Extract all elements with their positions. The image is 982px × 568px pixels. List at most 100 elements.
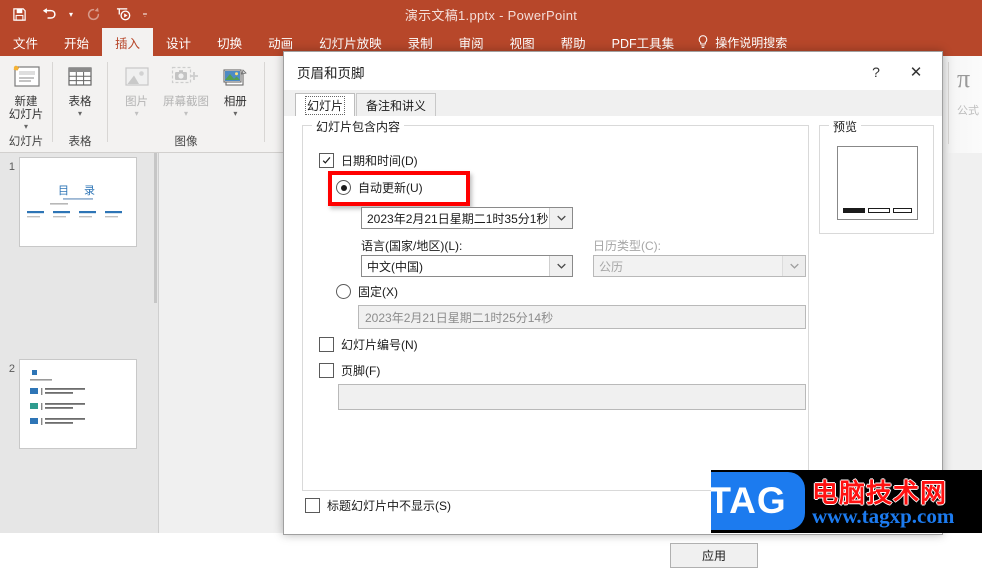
calendar-type-combobox[interactable]: 公历 xyxy=(593,255,806,277)
screenshot-button[interactable]: 屏幕截图 ▾ xyxy=(161,60,210,118)
dialog-tab-notes-handouts-label: 备注和讲义 xyxy=(366,99,427,113)
calendar-type-chevron-down-icon[interactable] xyxy=(782,256,805,276)
preview-slide xyxy=(837,146,918,220)
ribbon-group-table-label: 表格 xyxy=(68,136,92,148)
date-format-chevron-down-icon[interactable] xyxy=(549,208,572,228)
title-bar: ▾ ⩦ 演示文稿1.pptx - PowerPoint xyxy=(0,0,982,28)
preview-placeholder-bar-right xyxy=(893,208,912,213)
screenshot-icon xyxy=(169,60,203,94)
watermark-tag-logo: TAG xyxy=(711,472,805,530)
photo-album-icon xyxy=(219,60,251,94)
calendar-type-label: 日历类型(C): xyxy=(593,239,661,253)
slide-includes-label: 幻灯片包含内容 xyxy=(312,118,405,135)
dialog-tab-strip: 幻灯片 备注和讲义 xyxy=(284,90,942,117)
language-label: 语言(国家/地区)(L): xyxy=(361,239,463,253)
close-icon[interactable]: ✕ xyxy=(900,60,932,84)
screenshot-label: 屏幕截图 xyxy=(162,96,209,108)
date-format-combobox[interactable]: 2023年2月21日星期二1时35分1秒 xyxy=(361,207,573,229)
ribbon-group-table: 表格 ▾ 表格 xyxy=(53,56,107,152)
dont-show-on-title-row[interactable]: 标题幻灯片中不显示(S) xyxy=(305,497,451,514)
ribbon-group-slides: 新建 幻灯片 ▾ 幻灯片 xyxy=(0,56,52,152)
language-combobox[interactable]: 中文(中国) xyxy=(361,255,573,277)
date-time-checkbox[interactable] xyxy=(319,153,334,168)
customize-qat-icon[interactable]: ⩦ xyxy=(138,0,152,28)
picture-label: 图片 xyxy=(125,96,149,108)
ribbon-separator-3 xyxy=(264,62,265,142)
tab-insert[interactable]: 插入 xyxy=(102,28,154,56)
fixed-date-textbox[interactable]: 2023年2月21日星期二1时25分14秒 xyxy=(358,305,806,329)
svg-text:目: 目 xyxy=(58,185,69,197)
apply-button[interactable]: 应用 xyxy=(670,543,758,568)
tab-home[interactable]: 开始 xyxy=(51,28,102,56)
thumbnail-1[interactable]: 目 录 xyxy=(19,157,137,247)
new-slide-label-2: 幻灯片 xyxy=(8,109,44,121)
photo-album-button[interactable]: 相册 ▾ xyxy=(211,60,260,118)
auto-update-highlight-annotation xyxy=(328,171,470,206)
start-slideshow-icon[interactable] xyxy=(108,0,138,28)
new-slide-button[interactable]: 新建 幻灯片 ▾ xyxy=(0,60,52,131)
slide-number-checkbox[interactable] xyxy=(319,337,334,352)
equation-icon[interactable]: π xyxy=(957,64,970,94)
table-icon xyxy=(65,60,95,94)
footer-checkbox[interactable] xyxy=(319,363,334,378)
picture-icon xyxy=(122,60,152,94)
redo-icon[interactable] xyxy=(78,0,108,28)
slide-number-checkbox-row[interactable]: 幻灯片编号(N) xyxy=(319,336,418,353)
undo-icon[interactable] xyxy=(34,0,64,28)
preview-placeholder-bar-center xyxy=(868,208,890,213)
language-chevron-down-icon[interactable] xyxy=(549,256,572,276)
footer-textbox[interactable] xyxy=(338,384,806,410)
slide-thumbnail-pane[interactable]: 1 目 录 2 xyxy=(0,153,159,533)
slide-number-label: 幻灯片编号(N) xyxy=(341,338,418,352)
fixed-label: 固定(X) xyxy=(358,285,398,299)
preview-label: 预览 xyxy=(829,118,862,135)
date-time-label: 日期和时间(D) xyxy=(341,154,418,168)
date-time-checkbox-row[interactable]: 日期和时间(D) xyxy=(319,152,418,169)
table-label: 表格 xyxy=(68,96,92,108)
footer-label: 页脚(F) xyxy=(341,364,381,378)
dont-show-on-title-checkbox[interactable] xyxy=(305,498,320,513)
dialog-tab-slide-label: 幻灯片 xyxy=(305,96,346,115)
dialog-title-bar[interactable]: 页眉和页脚 ? ✕ xyxy=(284,52,942,90)
footer-checkbox-row[interactable]: 页脚(F) xyxy=(319,362,380,379)
ribbon-right-peek: π 公式 xyxy=(941,56,982,154)
thumbnail-row-2[interactable]: 2 xyxy=(0,254,158,449)
dialog-title: 页眉和页脚 xyxy=(297,66,365,81)
tab-file[interactable]: 文件 xyxy=(0,28,51,56)
thumbnail-scrollbar-thumb[interactable] xyxy=(154,153,157,303)
dialog-tab-notes-handouts[interactable]: 备注和讲义 xyxy=(356,93,437,117)
thumbnail-row-3[interactable]: 3 xyxy=(0,355,158,456)
photo-album-caret-icon[interactable]: ▾ xyxy=(233,110,237,118)
ribbon-group-images-label: 图像 xyxy=(174,136,198,148)
watermark-url: www.tagxp.com xyxy=(812,504,955,528)
header-footer-dialog: 页眉和页脚 ? ✕ 幻灯片 备注和讲义 幻灯片包含内容 日期和时间(D) 自动更… xyxy=(283,51,943,568)
thumbnail-row-1[interactable]: 1 目 录 xyxy=(0,153,158,254)
save-icon[interactable] xyxy=(4,0,34,28)
undo-dropdown-icon[interactable]: ▾ xyxy=(64,0,78,28)
dialog-tab-slide[interactable]: 幻灯片 xyxy=(295,93,356,117)
screenshot-caret-icon[interactable]: ▾ xyxy=(184,110,188,118)
table-button[interactable]: 表格 ▾ xyxy=(53,60,107,118)
preview-placeholder-bar-left xyxy=(843,208,865,213)
new-slide-label-1: 新建 xyxy=(14,96,38,108)
tab-design[interactable]: 设计 xyxy=(153,28,204,56)
table-caret-icon[interactable]: ▾ xyxy=(78,110,82,118)
calendar-type-value: 公历 xyxy=(599,259,624,274)
new-slide-caret-icon[interactable]: ▾ xyxy=(24,123,28,131)
thumbnail-number-1: 1 xyxy=(8,161,15,173)
picture-caret-icon[interactable]: ▾ xyxy=(135,110,139,118)
fixed-radio[interactable] xyxy=(336,284,351,299)
quick-access-toolbar: ▾ ⩦ xyxy=(4,0,152,28)
help-icon[interactable]: ? xyxy=(862,60,890,84)
tell-me-label: 操作说明搜索 xyxy=(715,35,788,50)
slide-includes-groupbox: 幻灯片包含内容 日期和时间(D) 自动更新(U) 2023年2月21日星期二1时… xyxy=(302,118,809,491)
equation-label: 公式 xyxy=(957,105,979,117)
thumbnail-row-4[interactable]: 4 xyxy=(0,456,158,533)
tab-transitions[interactable]: 切换 xyxy=(204,28,255,56)
fixed-date-value: 2023年2月21日星期二1时25分14秒 xyxy=(365,310,554,325)
picture-button[interactable]: 图片 ▾ xyxy=(112,60,161,118)
date-format-value: 2023年2月21日星期二1时35分1秒 xyxy=(367,211,549,226)
language-value: 中文(中国) xyxy=(367,259,423,274)
fixed-radio-row[interactable]: 固定(X) xyxy=(336,283,398,300)
thumbnail-scrollbar[interactable] xyxy=(153,153,158,533)
